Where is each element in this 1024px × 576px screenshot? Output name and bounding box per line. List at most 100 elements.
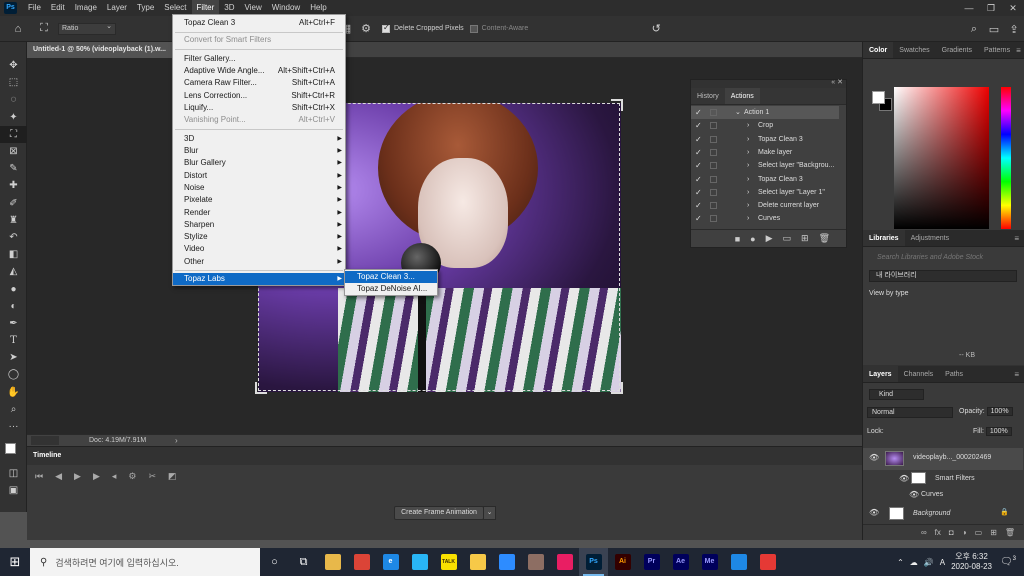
dialog-toggle[interactable] <box>710 175 717 183</box>
taskbar-app-12-icon[interactable]: Ae <box>666 548 695 576</box>
chevron-right-icon[interactable]: › <box>747 199 749 212</box>
hand-tool-icon[interactable]: ✋ <box>0 384 27 401</box>
folder-icon[interactable]: ▭ <box>783 233 792 244</box>
restore-button[interactable]: ❐ <box>980 0 1002 16</box>
menu-image[interactable]: Image <box>70 0 102 16</box>
shape-tool-icon[interactable]: ◯ <box>0 366 27 383</box>
library-search-input[interactable]: Search Libraries and Adobe Stock <box>869 252 1017 264</box>
dialog-toggle[interactable] <box>710 135 717 143</box>
crop-handle-bottom-right[interactable] <box>611 382 623 394</box>
transition-icon[interactable]: ◩ <box>168 471 177 482</box>
clock[interactable]: 오후 6:32 2020-08-23 <box>951 552 992 572</box>
taskbar-app-4-icon[interactable]: TALK <box>434 548 463 576</box>
eye-icon[interactable]: 👁 <box>899 474 909 483</box>
check-icon[interactable]: ✓ <box>695 133 702 146</box>
taskbar-search-input[interactable]: ⚲ 검색하려면 여기에 입력하십시오. <box>30 548 260 576</box>
dialog-toggle[interactable] <box>710 215 717 223</box>
check-icon[interactable]: ✓ <box>695 106 702 119</box>
volume-icon[interactable]: 🔊 <box>924 558 934 567</box>
tab-color-2[interactable]: Gradients <box>936 42 978 58</box>
record-icon[interactable]: ● <box>750 234 755 244</box>
chevron-up-icon[interactable]: ⌃ <box>897 558 904 567</box>
menu-layer[interactable]: Layer <box>102 0 132 16</box>
dialog-toggle[interactable] <box>710 109 717 116</box>
type-tool-icon[interactable]: T <box>0 332 27 349</box>
dialog-toggle[interactable] <box>710 122 717 130</box>
menu-item-filter-gallery[interactable]: Filter Gallery... <box>173 53 345 65</box>
fill-field[interactable]: 100% <box>985 427 1012 436</box>
paint-bucket-icon[interactable]: ◭ <box>0 263 27 280</box>
taskbar-app-0-icon[interactable] <box>318 548 347 576</box>
foreground-color-swatch[interactable] <box>872 91 885 104</box>
layer-row[interactable]: 👁 Smart Filters <box>863 470 1023 488</box>
trash-icon[interactable]: 🗑 <box>819 233 830 244</box>
marquee-tool-icon[interactable]: ⬚ <box>0 74 27 91</box>
library-select[interactable]: 내 라이브러리 <box>869 270 1017 282</box>
history-brush-icon[interactable]: ↶ <box>0 229 27 246</box>
chevron-right-icon[interactable]: › <box>747 186 749 199</box>
close-panel-icon[interactable]: « ✕ <box>831 78 843 86</box>
chevron-right-icon[interactable]: › <box>747 133 749 146</box>
stop-icon[interactable]: ■ <box>735 234 740 244</box>
task-view-icon[interactable]: ⧉ <box>289 548 318 576</box>
lasso-tool-icon[interactable]: ◌ <box>0 91 27 108</box>
next-frame-icon[interactable]: ▶ <box>93 471 100 482</box>
prev-frame-icon[interactable]: ◀ <box>55 471 62 482</box>
share-icon[interactable]: ⇪ <box>1004 19 1024 39</box>
menu-item-topaz-denoise[interactable]: Topaz DeNoise AI... <box>345 283 437 295</box>
action-row[interactable]: ✓ › Delete current layer <box>691 199 839 212</box>
pen-tool-icon[interactable]: ✒ <box>0 315 27 332</box>
healing-brush-icon[interactable]: ✚ <box>0 177 27 194</box>
delete-cropped-checkbox[interactable] <box>382 23 390 33</box>
zoom-tool-icon[interactable]: ⌕ <box>0 401 27 418</box>
fx-icon[interactable]: fx <box>935 528 941 537</box>
taskbar-app-15-icon[interactable] <box>753 548 782 576</box>
check-icon[interactable]: ✓ <box>695 212 702 225</box>
action-row[interactable]: ✓ › Crop <box>691 119 839 132</box>
check-icon[interactable]: ✓ <box>695 186 702 199</box>
menu-item-topaz-labs[interactable]: Topaz Labs <box>173 273 345 285</box>
menu-item-other[interactable]: Other <box>173 256 345 268</box>
menu-type[interactable]: Type <box>132 0 159 16</box>
play-icon[interactable]: ▶ <box>74 471 81 482</box>
chevron-down-icon[interactable]: ⌄ <box>483 506 496 520</box>
check-icon[interactable]: ✓ <box>695 173 702 186</box>
audio-icon[interactable]: ◂ <box>112 471 117 482</box>
layer-row[interactable]: 👁 Curves <box>863 488 1023 502</box>
document-tab[interactable]: Untitled-1 @ 50% (videoplayback (1).w... <box>27 42 175 58</box>
taskbar-app-7-icon[interactable] <box>521 548 550 576</box>
tab-libraries-0[interactable]: Libraries <box>863 230 905 246</box>
taskbar-app-2-icon[interactable]: e <box>376 548 405 576</box>
menu-item-liquify[interactable]: Liquify... Shift+Ctrl+X <box>173 102 345 114</box>
close-button[interactable]: ✕ <box>1002 0 1024 16</box>
menu-item-pixelate[interactable]: Pixelate <box>173 194 345 206</box>
taskbar-app-5-icon[interactable] <box>463 548 492 576</box>
taskbar-app-9-icon[interactable]: Ps <box>579 548 608 576</box>
menu-item-convert-for-smart-filters[interactable]: Convert for Smart Filters <box>173 34 345 46</box>
windows-start-icon[interactable]: ⊞ <box>0 548 30 576</box>
chevron-right-icon[interactable]: › <box>747 159 749 172</box>
tab-color-1[interactable]: Swatches <box>893 42 935 58</box>
quick-mask-icon[interactable]: ◫ <box>0 465 27 482</box>
color-swatches[interactable] <box>0 435 26 465</box>
check-icon[interactable]: ✓ <box>695 159 702 172</box>
menu-item-distort[interactable]: Distort <box>173 170 345 182</box>
menu-item-sharpen[interactable]: Sharpen <box>173 219 345 231</box>
menu-item-adaptive-wide-angle[interactable]: Adaptive Wide Angle... Alt+Shift+Ctrl+A <box>173 65 345 77</box>
zoom-field[interactable] <box>31 436 59 445</box>
tab-history[interactable]: History <box>691 88 725 104</box>
action-row[interactable]: ✓ › Select layer "Layer 1" <box>691 186 839 199</box>
ratio-select[interactable]: Ratio <box>58 22 116 35</box>
tab-color-3[interactable]: Patterns <box>978 42 1016 58</box>
tab-libraries-1[interactable]: Adjustments <box>905 230 956 246</box>
play-icon[interactable]: ▶ <box>766 233 773 244</box>
tab-layers-2[interactable]: Paths <box>939 366 969 382</box>
action-row[interactable]: ✓ › Topaz Clean 3 <box>691 133 839 146</box>
hue-slider[interactable] <box>1001 87 1011 229</box>
frame-tool-icon[interactable]: ⊠ <box>0 143 27 160</box>
check-icon[interactable]: ✓ <box>695 199 702 212</box>
panel-menu-icon[interactable]: ≡ <box>1014 366 1024 382</box>
eye-icon[interactable]: 👁 <box>869 453 879 462</box>
layer-row[interactable]: 👁 videoplayb..._000202469 <box>863 448 1023 470</box>
menu-item-camera-raw-filter[interactable]: Camera Raw Filter... Shift+Ctrl+A <box>173 77 345 89</box>
